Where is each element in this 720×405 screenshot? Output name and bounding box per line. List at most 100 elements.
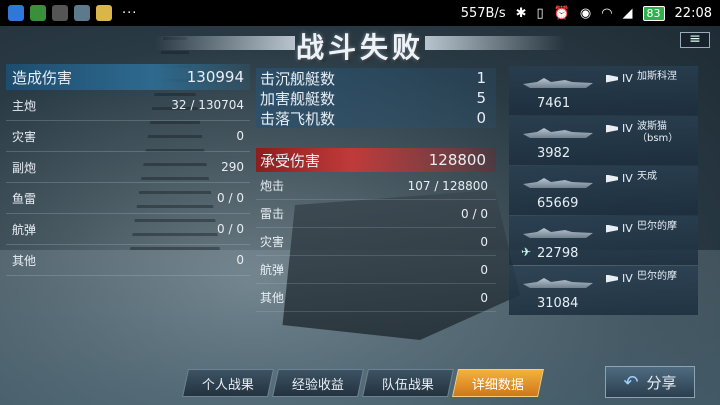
- ship-tier-label: IV: [622, 72, 633, 85]
- share-button[interactable]: ↶ 分享: [605, 366, 695, 398]
- count-label: 加害舰艇数: [260, 89, 336, 108]
- page-title: 战斗失败: [295, 31, 424, 64]
- ship-name: 加斯科涅: [637, 71, 677, 82]
- ship-damage: 22798: [537, 246, 579, 261]
- battery-indicator: 83: [642, 5, 665, 21]
- stat-label: 主炮: [12, 98, 37, 113]
- star-icon: [96, 5, 112, 21]
- stat-label: 其他: [260, 291, 285, 305]
- count-value: 0: [476, 109, 486, 127]
- result-tabs: 个人战果 经验收益 队伍战果 详细数据: [182, 369, 544, 397]
- ship-name: 天成: [637, 171, 657, 182]
- tab-label: 经验收益: [291, 377, 344, 393]
- damage-taken-row: 其他 0: [256, 284, 496, 312]
- stat-label: 灾害: [260, 235, 285, 249]
- count-label: 击沉舰艇数: [260, 69, 336, 88]
- stat-value: 0: [480, 234, 488, 249]
- count-value: 5: [476, 89, 486, 107]
- damage-taken-row: 灾害 0: [256, 228, 496, 256]
- ship-damage: 3982: [537, 146, 571, 161]
- damage-taken-row: 雷击 0 / 0: [256, 200, 496, 228]
- stat-label: 航弹: [12, 222, 37, 237]
- menu-button[interactable]: ≡: [680, 32, 710, 48]
- tab-label: 队伍战果: [381, 377, 434, 393]
- stat-label: 雷击: [260, 207, 285, 221]
- ship-tier: IV: [606, 222, 633, 235]
- stat-label: 其他: [12, 253, 37, 268]
- vibrate-icon: ▯: [536, 5, 544, 21]
- team-ships-panel: IV 加斯科涅 7461 IV 波斯猫（bsm） 3982 IV 天成 6566…: [509, 66, 698, 316]
- ship-tier-label: IV: [622, 172, 633, 185]
- damage-dealt-label: 造成伤害: [12, 68, 73, 87]
- stat-label: 鱼雷: [12, 191, 37, 206]
- flag-icon: [606, 174, 618, 183]
- ship-tier: IV: [606, 122, 633, 135]
- flag-icon: [606, 124, 618, 133]
- gallery-icon: [52, 5, 68, 21]
- damage-taken-label: 承受伤害: [260, 151, 321, 170]
- ship-card[interactable]: IV 巴尔的摩 31084: [509, 266, 698, 315]
- stat-value: 0: [236, 129, 244, 143]
- ship-icon: [523, 278, 593, 288]
- damage-taken-row: 炮击 107 / 128800: [256, 172, 496, 200]
- damage-taken-row: 航弹 0: [256, 256, 496, 284]
- count-value: 1: [476, 69, 486, 87]
- tab-label: 详细数据: [471, 377, 524, 393]
- notification-icons: ···: [8, 5, 137, 21]
- share-icon: ↶: [623, 371, 639, 393]
- stat-value: 107 / 128800: [407, 178, 488, 193]
- ship-card[interactable]: IV 加斯科涅 7461: [509, 66, 698, 115]
- stat-row: 其他 0: [6, 245, 250, 276]
- damage-dealt-header: 造成伤害 130994: [6, 64, 250, 90]
- stat-row: 副炮 290: [6, 152, 250, 183]
- tab-detailed-data[interactable]: 详细数据: [452, 369, 544, 397]
- plane-icon: ✈: [521, 245, 532, 259]
- ship-icon: [523, 128, 593, 138]
- ship-tier: IV: [606, 72, 633, 85]
- stat-label: 灾害: [12, 129, 37, 144]
- damage-taken-header: 承受伤害 128800: [256, 148, 496, 172]
- count-row: 击沉舰艇数 1: [256, 68, 496, 88]
- screenshot-icon: [74, 5, 90, 21]
- app-icon: [30, 5, 46, 21]
- title-banner: 战斗失败: [0, 24, 720, 64]
- ship-damage: 65669: [537, 196, 579, 211]
- stat-row: 鱼雷 0 / 0: [6, 183, 250, 214]
- stat-value: 0 / 0: [217, 191, 244, 205]
- ship-icon: [523, 78, 593, 88]
- ship-tier-label: IV: [622, 122, 633, 135]
- signal-icon: ◢: [622, 5, 633, 21]
- ship-name: 波斯猫（bsm）: [637, 121, 679, 144]
- eye-icon: ◉: [579, 5, 592, 21]
- title-wing-right: [425, 36, 565, 50]
- status-bar: ··· 557B/s ✱ ▯ ⏰ ◉ ◠ ◢ 83 22:08: [0, 0, 720, 26]
- damage-taken-value: 128800: [428, 151, 486, 169]
- stat-row: 灾害 0: [6, 121, 250, 152]
- damage-dealt-panel: 造成伤害 130994 主炮 32 / 130704 灾害 0 副炮 290 鱼…: [6, 64, 250, 364]
- ship-card[interactable]: IV 巴尔的摩 ✈ 22798: [509, 216, 698, 265]
- share-label: 分享: [646, 373, 677, 392]
- stat-label: 炮击: [260, 179, 285, 193]
- more-notifications: ···: [122, 5, 138, 21]
- flag-icon: [606, 74, 618, 83]
- ship-card[interactable]: IV 波斯猫（bsm） 3982: [509, 116, 698, 165]
- ship-card[interactable]: IV 天成 65669: [509, 166, 698, 215]
- count-row: 加害舰艇数 5: [256, 88, 496, 108]
- bluetooth-icon: ✱: [515, 5, 527, 21]
- ship-icon: [523, 228, 593, 238]
- flag-icon: [606, 224, 618, 233]
- stat-value: 32 / 130704: [171, 98, 244, 112]
- ship-tier-label: IV: [622, 272, 633, 285]
- tab-personal-results[interactable]: 个人战果: [182, 369, 274, 397]
- tab-team-results[interactable]: 队伍战果: [362, 369, 454, 397]
- stat-row: 主炮 32 / 130704: [6, 90, 250, 121]
- ship-tier-label: IV: [622, 222, 633, 235]
- stat-label: 航弹: [260, 263, 285, 277]
- count-label: 击落飞机数: [260, 109, 336, 128]
- stat-label: 副炮: [12, 160, 37, 175]
- wifi-icon: ◠: [601, 5, 613, 21]
- tab-label: 个人战果: [201, 377, 254, 393]
- stat-row: 航弹 0 / 0: [6, 214, 250, 245]
- tab-experience[interactable]: 经验收益: [272, 369, 364, 397]
- ship-damage: 31084: [537, 296, 579, 311]
